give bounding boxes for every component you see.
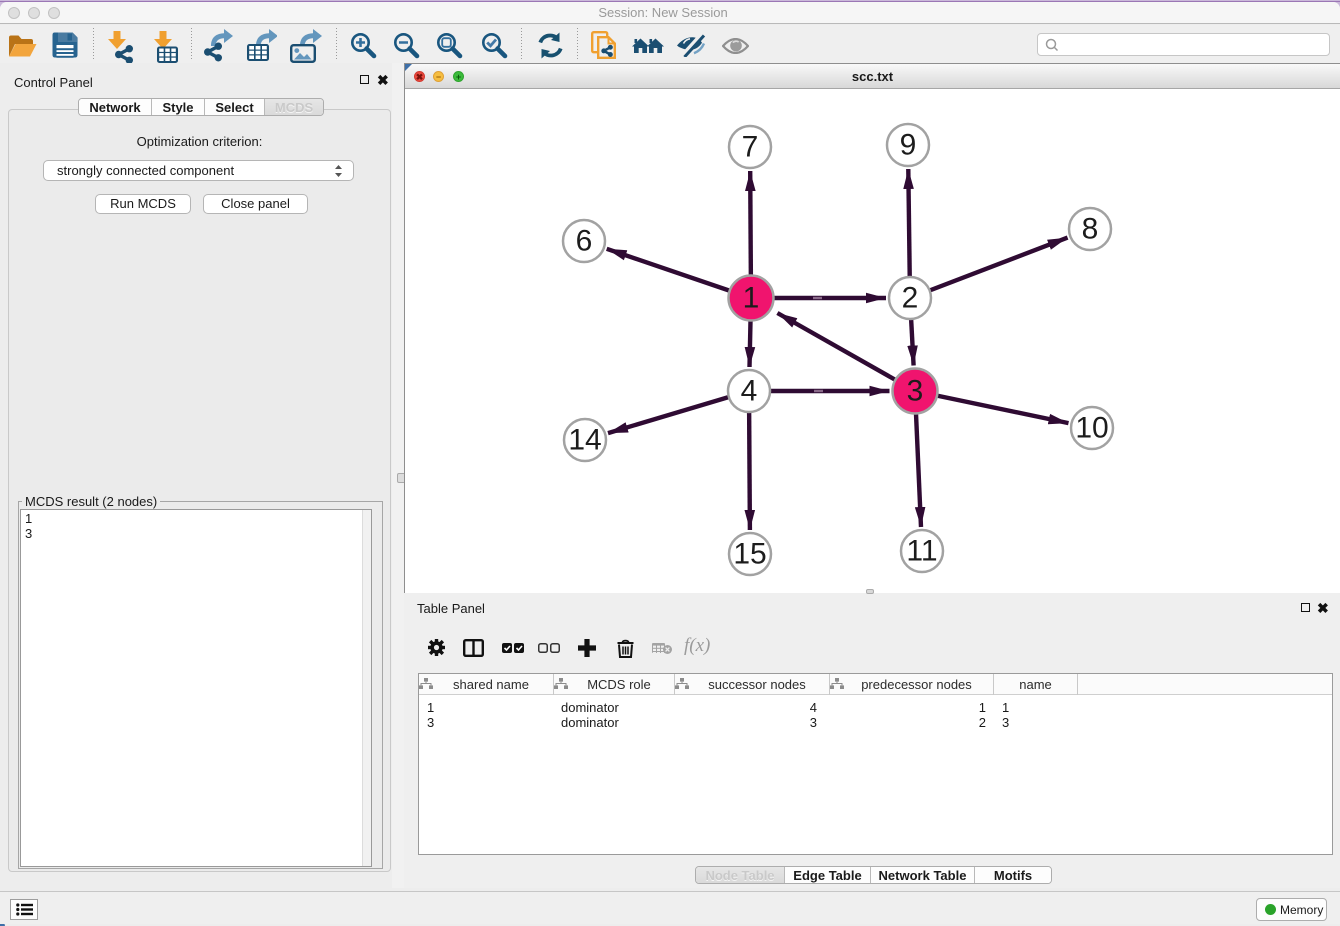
svg-text:9: 9: [900, 129, 917, 162]
svg-text:15: 15: [733, 538, 766, 571]
svg-text:6: 6: [576, 225, 593, 258]
svg-text:10: 10: [1075, 412, 1108, 445]
svg-text:2: 2: [902, 282, 919, 315]
svg-text:14: 14: [568, 424, 601, 457]
svg-text:11: 11: [906, 535, 937, 568]
svg-text:7: 7: [742, 131, 759, 164]
svg-text:3: 3: [907, 375, 924, 408]
svg-text:1: 1: [743, 282, 760, 315]
svg-text:8: 8: [1082, 213, 1099, 246]
svg-text:4: 4: [741, 375, 758, 408]
